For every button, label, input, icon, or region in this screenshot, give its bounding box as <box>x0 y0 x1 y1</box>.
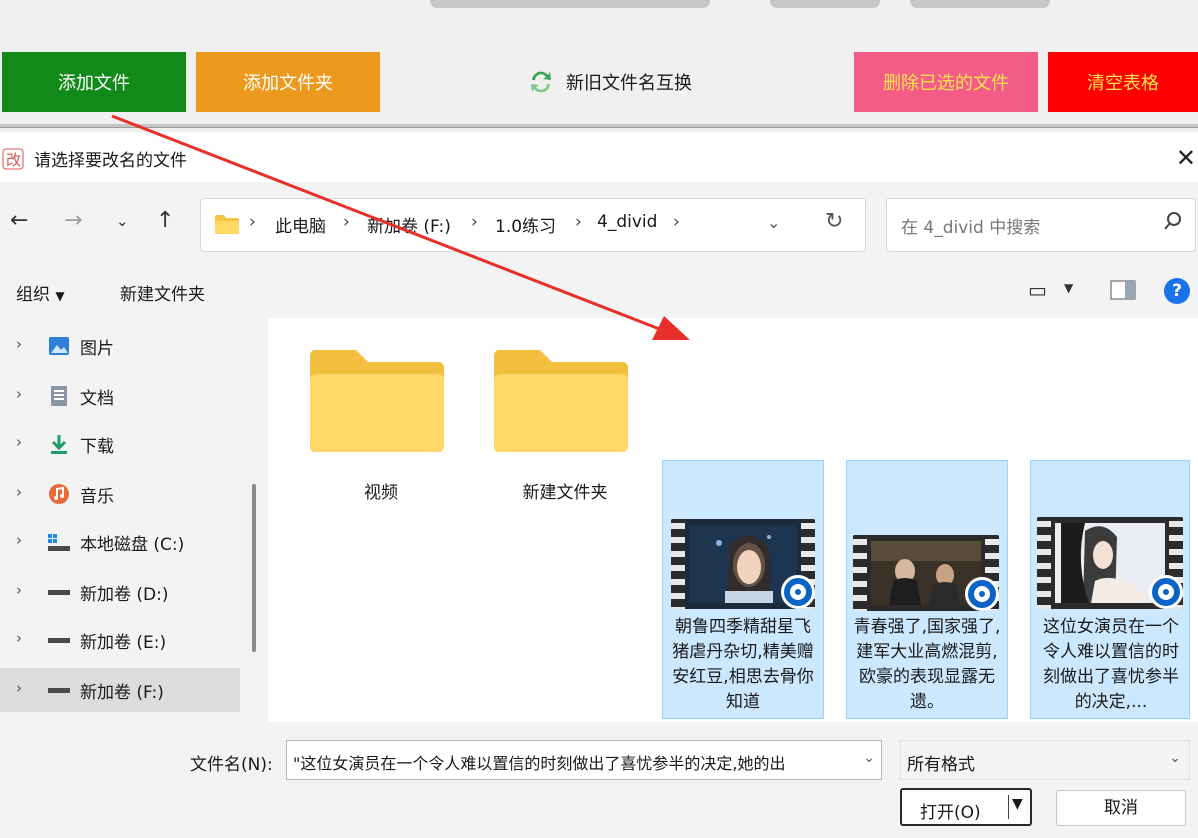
filename-history-chevron-icon[interactable]: ⌄ <box>863 750 875 766</box>
film-strip-icon <box>1037 517 1051 609</box>
sidebar-item-drive-f[interactable]: › 新加卷 (F:) <box>0 668 240 712</box>
organize-menu[interactable]: 组织 ▼ <box>16 280 65 305</box>
folder-item[interactable]: 视频 <box>290 318 472 538</box>
expand-chevron-icon[interactable]: › <box>16 335 22 353</box>
cropped-toolbar-item <box>910 0 1050 8</box>
navigation-pane: › 图片 › 文档 › 下载 › 音乐 › 本地磁盘 (C:) › 新加卷 (D… <box>0 318 242 722</box>
video-type-icon <box>1149 575 1183 609</box>
add-file-button[interactable]: 添加文件 <box>2 52 186 112</box>
drive-icon <box>48 590 70 595</box>
folder-icon <box>494 350 628 452</box>
video-file-item[interactable]: 这位女演员在一个令人难以置信的时刻做出了喜忧参半的决定,... <box>1030 460 1190 719</box>
download-icon <box>51 435 67 454</box>
expand-chevron-icon[interactable]: › <box>16 483 22 501</box>
video-file-item[interactable]: 青春强了,国家强了,建军大业高燃混剪,欧豪的表现显露无遗。 <box>846 460 1008 719</box>
breadcrumb-separator-icon: › <box>343 212 350 232</box>
search-box[interactable]: 在 4_divid 中搜索 <box>886 198 1196 252</box>
video-type-icon <box>781 575 815 609</box>
sidebar-item-music[interactable]: › 音乐 <box>0 472 240 516</box>
expand-chevron-icon[interactable]: › <box>16 531 22 549</box>
breadcrumb-this-pc[interactable]: 此电脑 <box>275 212 326 237</box>
breadcrumb-practice[interactable]: 1.0练习 <box>495 212 556 237</box>
sidebar-item-pictures[interactable]: › 图片 <box>0 324 240 368</box>
video-file-item[interactable]: 朝鲁四季精甜星飞猪虐丹杂切,精美赠安红豆,相思去骨你知道 <box>662 460 824 719</box>
folder-icon <box>310 350 444 452</box>
recent-locations-chevron-icon[interactable]: ⌄ <box>116 212 129 230</box>
film-strip-icon <box>853 535 867 611</box>
sidebar-item-drive-d[interactable]: › 新加卷 (D:) <box>0 570 240 614</box>
filename-label: 文件名(N): <box>190 755 273 775</box>
clear-table-button[interactable]: 清空表格 <box>1048 52 1198 112</box>
sidebar-item-documents[interactable]: › 文档 <box>0 374 240 418</box>
breadcrumb-separator-icon: › <box>249 212 256 232</box>
breadcrumb-drive-f[interactable]: 新加卷 (F:) <box>367 212 451 237</box>
cropped-toolbar-item <box>770 0 880 8</box>
dialog-title: 请选择要改名的文件 <box>34 151 187 171</box>
view-mode-icon[interactable]: ▭ <box>1028 278 1047 302</box>
sidebar-item-drive-c[interactable]: › 本地磁盘 (C:) <box>0 520 240 564</box>
search-icon[interactable] <box>1163 211 1183 231</box>
folder-icon <box>215 215 239 234</box>
film-strip-icon <box>671 519 685 609</box>
split-divider <box>1008 795 1009 819</box>
swap-icon <box>531 71 551 93</box>
table-header-edge <box>0 124 1198 128</box>
command-bar: 组织 ▼ 新建文件夹 ▭ ▼ ? <box>0 268 1198 314</box>
file-type-select[interactable]: 所有格式 ⌄ <box>900 740 1190 780</box>
music-icon <box>49 484 69 504</box>
expand-chevron-icon[interactable]: › <box>16 433 22 451</box>
app-toolbar: 添加文件 添加文件夹 新旧文件名互换 删除已选的文件 清空表格 <box>0 0 1198 132</box>
up-icon[interactable]: ↑ <box>156 208 174 233</box>
address-history-chevron-icon[interactable]: ⌄ <box>767 213 780 232</box>
drive-icon <box>48 638 70 643</box>
back-icon[interactable]: ← <box>10 208 28 233</box>
breadcrumb-separator-icon: › <box>575 212 582 232</box>
chevron-down-icon: ⌄ <box>1169 750 1181 766</box>
expand-chevron-icon[interactable]: › <box>16 679 22 697</box>
expand-chevron-icon[interactable]: › <box>16 385 22 403</box>
drive-icon <box>48 688 70 693</box>
documents-icon <box>51 386 67 406</box>
folder-item[interactable]: 新建文件夹 <box>474 318 656 538</box>
expand-chevron-icon[interactable]: › <box>16 629 22 647</box>
sidebar-scrollbar[interactable] <box>252 484 256 652</box>
search-placeholder: 在 4_divid 中搜索 <box>901 218 1041 238</box>
preview-pane-icon[interactable] <box>1110 280 1136 300</box>
open-button[interactable]: 打开(O) ▼ <box>900 788 1032 826</box>
refresh-icon[interactable]: ↻ <box>825 209 843 234</box>
svg-text:改: 改 <box>6 151 21 169</box>
swap-names-button[interactable]: 新旧文件名互换 <box>500 52 720 112</box>
dialog-footer: 文件名(N): "这位女演员在一个令人难以置信的时刻做出了喜忧参半的决定,她的出… <box>0 722 1198 838</box>
close-icon[interactable]: ✕ <box>1176 144 1196 172</box>
filename-value: "这位女演员在一个令人难以置信的时刻做出了喜忧参半的决定,她的出 <box>293 754 786 773</box>
file-list: 视频 新建文件夹 朝鲁四季精甜星飞猪虐丹杂切,精美赠安红豆,相思去骨你知道 青春… <box>268 318 1198 722</box>
expand-chevron-icon[interactable]: › <box>16 581 22 599</box>
help-icon[interactable]: ? <box>1164 278 1190 304</box>
delete-selected-button[interactable]: 删除已选的文件 <box>854 52 1038 112</box>
navigation-bar: ← → ⌄ ↑ › 此电脑 › 新加卷 (F:) › 1.0练习 › 4_div… <box>0 182 1198 268</box>
filename-input[interactable]: "这位女演员在一个令人难以置信的时刻做出了喜忧参半的决定,她的出 ⌄ <box>286 740 882 780</box>
pictures-icon <box>49 337 69 355</box>
app-icon: 改 <box>2 148 24 170</box>
view-mode-caret-icon[interactable]: ▼ <box>1064 281 1073 295</box>
caret-down-icon: ▼ <box>55 289 65 303</box>
forward-icon[interactable]: → <box>64 208 82 233</box>
breadcrumb-separator-icon: › <box>673 212 680 232</box>
sidebar-item-drive-e[interactable]: › 新加卷 (E:) <box>0 618 240 662</box>
cancel-button[interactable]: 取消 <box>1056 790 1186 826</box>
open-options-caret-icon[interactable]: ▼ <box>1012 796 1023 812</box>
breadcrumb-separator-icon: › <box>471 212 478 232</box>
new-folder-button[interactable]: 新建文件夹 <box>120 280 205 305</box>
file-type-value: 所有格式 <box>907 755 975 775</box>
add-folder-button[interactable]: 添加文件夹 <box>196 52 380 112</box>
local-disk-icon <box>48 534 70 551</box>
sidebar-item-downloads[interactable]: › 下载 <box>0 422 240 466</box>
video-type-icon <box>965 577 999 611</box>
file-open-dialog: 改 请选择要改名的文件 ✕ ← → ⌄ ↑ › 此电脑 › 新加卷 (F:) ›… <box>0 134 1198 838</box>
dialog-titlebar: 改 请选择要改名的文件 ✕ <box>0 134 1198 182</box>
address-bar[interactable]: › 此电脑 › 新加卷 (F:) › 1.0练习 › 4_divid › ⌄ ↻ <box>200 198 866 252</box>
breadcrumb-current[interactable]: 4_divid <box>597 212 657 232</box>
cropped-toolbar-item <box>430 0 710 8</box>
